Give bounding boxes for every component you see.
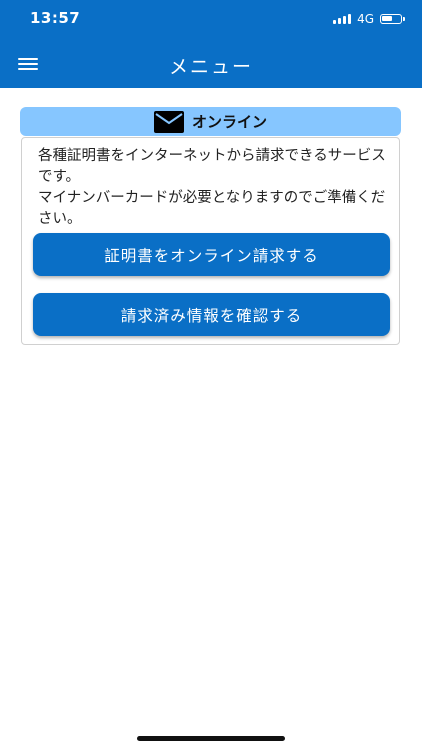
online-section-header: オンライン <box>20 107 401 136</box>
online-section-card: 各種証明書をインターネットから請求できるサービスです。 マイナンバーカードが必要… <box>21 137 400 345</box>
status-time: 13:57 <box>30 9 81 27</box>
network-type: 4G <box>357 12 374 26</box>
battery-icon <box>380 14 405 24</box>
status-indicators: 4G <box>333 12 405 26</box>
signal-icon <box>333 14 352 24</box>
online-section-title: オンライン <box>191 113 267 131</box>
app-bar: 13:57 4G メニュー <box>0 0 422 88</box>
request-certificate-online-button[interactable]: 証明書をオンライン請求する <box>33 233 390 276</box>
request-certificate-online-label: 証明書をオンライン請求する <box>104 246 319 265</box>
battery-level <box>382 16 392 21</box>
online-description: 各種証明書をインターネットから請求できるサービスです。 マイナンバーカードが必要… <box>38 148 386 227</box>
home-indicator[interactable] <box>137 736 285 741</box>
check-requested-info-label: 請求済み情報を確認する <box>120 306 303 325</box>
page-title: メニュー <box>168 56 253 78</box>
check-requested-info-button[interactable]: 請求済み情報を確認する <box>33 293 390 336</box>
mail-icon <box>153 110 184 133</box>
